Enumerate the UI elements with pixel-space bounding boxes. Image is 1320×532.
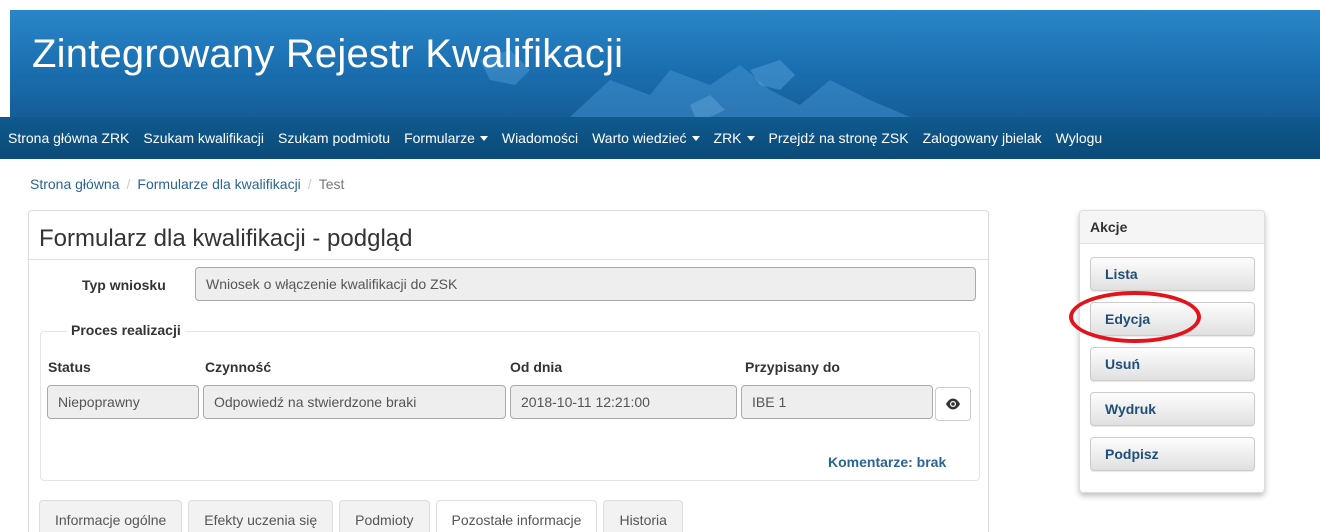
request-type-label: Typ wniosku [82,277,166,293]
nav-search-entity-label: Szukam podmiotu [278,130,391,146]
column-header-assigned-to: Przypisany do [745,359,840,375]
column-header-status: Status [48,359,91,375]
nav-search-qualifications-label: Szukam kwalifikacji [143,130,264,146]
comments-link[interactable]: Komentarze: brak [828,454,946,470]
nav-home[interactable]: Strona główna ZRK [8,130,129,146]
nav-logged-user[interactable]: Zalogowany jbielak [923,130,1042,146]
breadcrumb: Strona główna / Formularze dla kwalifikacj… [30,176,344,192]
status-field: Niepoprawny [47,385,199,419]
list-button[interactable]: Lista [1090,257,1255,291]
page-title: Formularz dla kwalifikacji - podgląd [39,225,413,252]
delete-button[interactable]: Usuń [1090,347,1255,381]
nav-home-label: Strona główna ZRK [8,130,130,146]
nav-zrk-dropdown[interactable]: ZRK [714,130,755,146]
nav-messages[interactable]: Wiadomości [502,130,578,146]
header-banner: Zintegrowany Rejestr Kwalifikacji [10,10,1320,117]
process-legend: Proces realizacji [67,322,185,338]
breadcrumb-current: Test [318,176,345,192]
tab-general-info[interactable]: Informacje ogólne [39,500,183,532]
form-preview-panel: Formularz dla kwalifikacji - podgląd Typ… [28,210,989,532]
caret-down-icon [746,136,755,141]
breadcrumb-separator: / [126,176,131,192]
from-date-field: 2018-10-11 12:21:00 [510,385,737,419]
actions-title: Akcje [1090,219,1128,235]
tab-history[interactable]: Historia [603,500,683,532]
nav-go-to-zsk-label: Przejdź na stronę ZSK [768,130,909,146]
breadcrumb-home[interactable]: Strona główna [30,176,120,192]
nav-go-to-zsk[interactable]: Przejdź na stronę ZSK [769,130,909,146]
tab-bar: Informacje ogólne Efekty uczenia się Pod… [39,500,689,532]
edit-button[interactable]: Edycja [1090,302,1255,336]
column-header-from-date: Od dnia [510,359,563,375]
assigned-to-field: IBE 1 [741,385,933,419]
print-button[interactable]: Wydruk [1090,392,1255,426]
breadcrumb-separator: / [307,176,312,192]
caret-down-icon [479,136,488,141]
view-button[interactable] [935,387,971,421]
nav-worth-knowing-dropdown[interactable]: Warto wiedzieć [592,130,700,146]
nav-logged-user-label: Zalogowany jbielak [922,130,1042,146]
nav-logout-label: Wylogu [1055,130,1103,146]
column-header-activity: Czynność [205,359,272,375]
tab-learning-outcomes[interactable]: Efekty uczenia się [188,500,334,532]
tab-other-info[interactable]: Pozostałe informacje [435,500,598,532]
actions-panel: Akcje Lista Edycja Usuń Wydruk Podpisz [1079,210,1265,493]
caret-down-icon [691,136,700,141]
nav-zrk-label: ZRK [713,130,742,146]
nav-forms-label: Formularze [404,130,475,146]
activity-field: Odpowiedź na stwierdzone braki [203,385,506,419]
request-type-field: Wniosek o włączenie kwalifikacji do ZSK [195,267,976,301]
breadcrumb-forms[interactable]: Formularze dla kwalifikacji [137,176,300,192]
divider [29,259,988,260]
sign-button[interactable]: Podpisz [1090,437,1255,471]
nav-messages-label: Wiadomości [501,130,579,146]
nav-search-entity[interactable]: Szukam podmiotu [278,130,390,146]
eye-icon [946,398,960,410]
tab-entities[interactable]: Podmioty [339,500,430,532]
nav-search-qualifications[interactable]: Szukam kwalifikacji [143,130,264,146]
site-title: Zintegrowany Rejestr Kwalifikacji [32,32,624,76]
nav-logout[interactable]: Wylogu [1056,130,1103,146]
nav-forms-dropdown[interactable]: Formularze [404,130,488,146]
main-navbar: Strona główna ZRK Szukam kwalifikacji Sz… [0,117,1320,159]
nav-worth-knowing-label: Warto wiedzieć [592,130,687,146]
